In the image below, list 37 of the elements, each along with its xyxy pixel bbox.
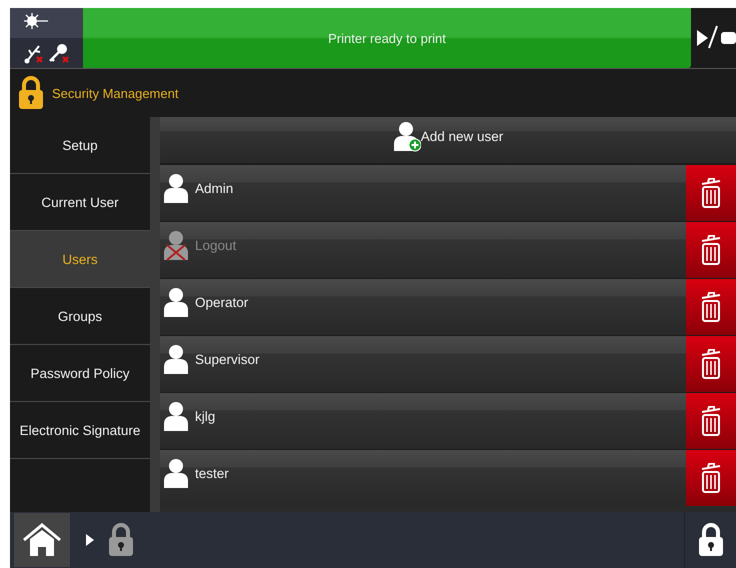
user-icon [163,172,191,204]
disabled-user-icon [163,229,191,261]
home-icon [22,522,62,558]
user-name: Operator [195,294,248,310]
user-name: Logout [195,238,236,252]
user-icon [163,286,191,318]
user-icon [163,343,191,375]
sidebar-item[interactable]: Users [10,231,150,288]
delete-button[interactable] [686,450,736,506]
home-button[interactable] [14,513,70,567]
trash-icon [700,463,722,493]
user-icon [163,400,191,432]
trash-icon [700,292,722,322]
status-bar: Printer ready to print [83,8,691,68]
trash-icon [700,235,722,265]
key-icon [48,42,70,64]
laser-icon [24,12,48,30]
delete-button[interactable] [686,165,736,221]
caret-icon [86,534,94,546]
trash-icon [700,349,722,379]
delete-button[interactable] [686,279,736,335]
user-name: Supervisor [195,352,260,366]
page-title: Security Management [52,86,178,100]
delete-button[interactable] [686,336,736,392]
delete-button[interactable] [686,393,736,449]
padlock-icon [698,523,724,557]
user-name: tester [195,466,229,480]
trash-icon [700,178,722,208]
user-name: kjlg [195,408,216,424]
user-icon [163,457,191,489]
trash-icon [700,406,722,436]
padlock-icon [108,523,134,557]
add-user-button[interactable]: Add new user [160,117,736,164]
delete-button[interactable] [686,222,736,278]
padlock-icon [18,76,44,110]
add-user-icon [392,120,421,152]
user-name: Admin [195,180,234,196]
